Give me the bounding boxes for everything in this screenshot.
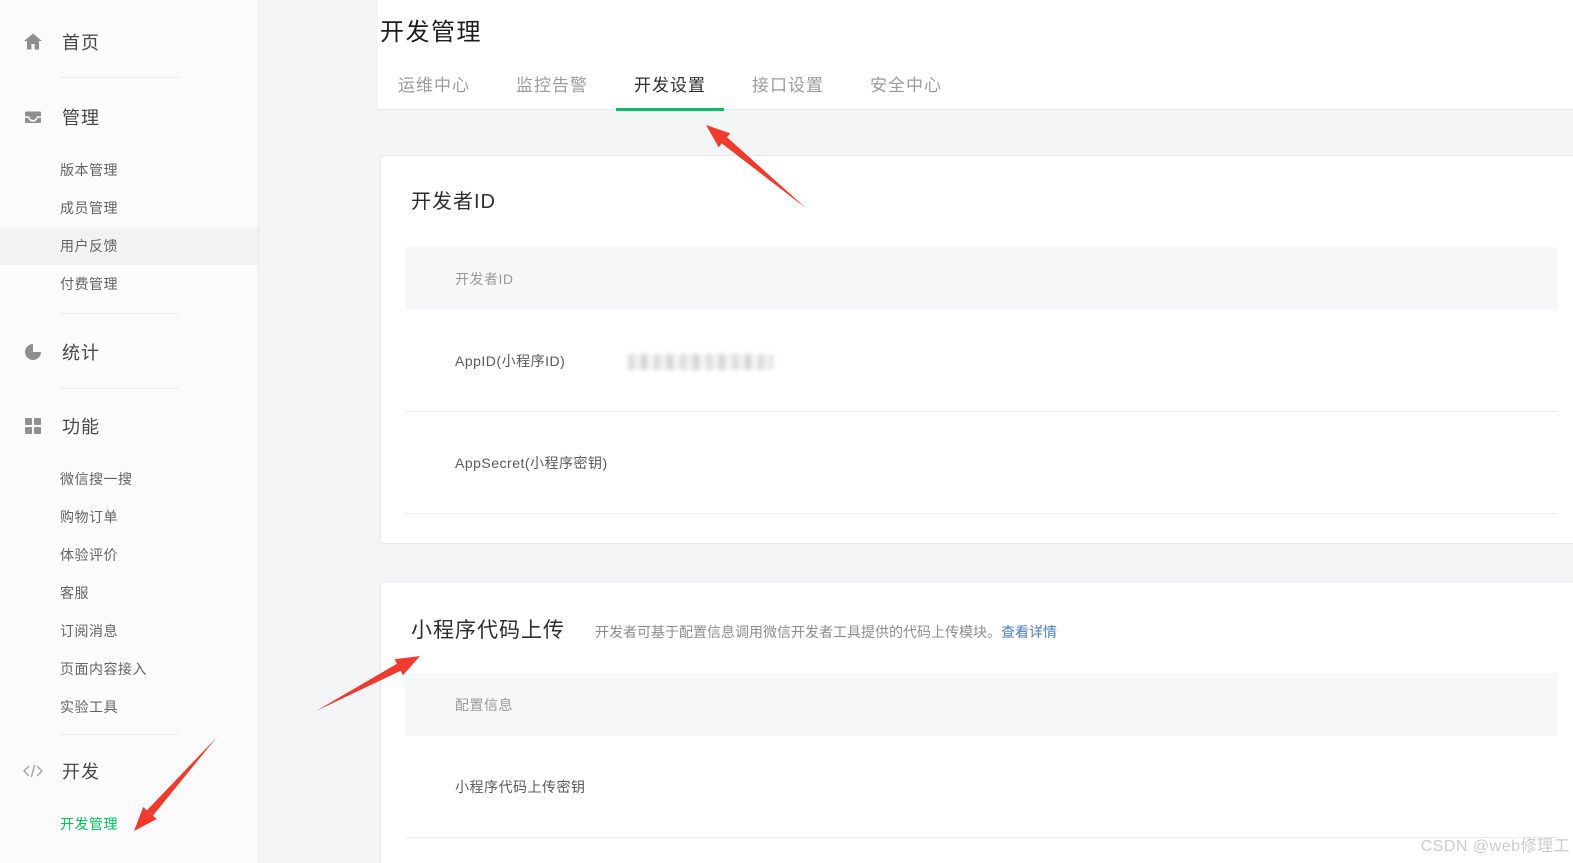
table-header-label: 配置信息: [455, 696, 513, 713]
sidebar-item-label: 首页: [62, 33, 100, 53]
sidebar-item-statistics[interactable]: 统计: [0, 330, 258, 374]
code-icon: [22, 760, 44, 782]
sidebar-sublist-features: 微信搜一搜 购物订单 体验评价 客服 订阅消息 页面内容接入 实验工具: [0, 460, 258, 726]
tab-api-settings[interactable]: 接口设置: [734, 71, 842, 111]
appid-masked-value: [628, 353, 773, 370]
sidebar-item-dev-management[interactable]: 开发管理: [0, 805, 258, 843]
tray-icon: [22, 106, 44, 128]
page-header: 开发管理 运维中心 监控告警 开发设置 接口设置 安全中心: [378, 0, 1573, 111]
tab-security-center[interactable]: 安全中心: [852, 71, 960, 111]
sidebar-sublist-develop: 开发管理: [0, 805, 258, 843]
watermark: CSDN @web修理工: [1420, 838, 1570, 855]
sidebar-item-label: 开发: [62, 762, 100, 782]
table-body: 小程序代码上传密钥: [405, 736, 1558, 838]
upload-key-label: 小程序代码上传密钥: [455, 778, 586, 795]
section-title-code-upload: 小程序代码上传: [411, 619, 565, 642]
sidebar-item-user-feedback[interactable]: 用户反馈: [0, 227, 258, 265]
table-header-label: 开发者ID: [455, 270, 514, 287]
code-upload-header: 小程序代码上传 开发者可基于配置信息调用微信开发者工具提供的代码上传模块。 查看…: [411, 616, 1552, 647]
grid-icon: [22, 415, 44, 437]
sidebar-item-label: 管理: [62, 108, 100, 128]
table-row-upload-key: 小程序代码上传密钥: [405, 736, 1558, 838]
table-header-row: 配置信息: [405, 673, 1558, 736]
tab-dev-settings[interactable]: 开发设置: [616, 71, 724, 111]
view-details-link[interactable]: 查看详情: [1001, 617, 1057, 647]
sidebar-item-home[interactable]: 首页: [0, 20, 258, 64]
sidebar-item-payment-management[interactable]: 付费管理: [0, 265, 258, 303]
sidebar-sublist-manage: 版本管理 成员管理 用户反馈 付费管理: [0, 151, 258, 303]
sidebar-item-customer-service[interactable]: 客服: [0, 574, 258, 612]
sidebar-divider: [60, 734, 179, 735]
sidebar-item-subscribe-message[interactable]: 订阅消息: [0, 612, 258, 650]
code-upload-card: 小程序代码上传 开发者可基于配置信息调用微信开发者工具提供的代码上传模块。 查看…: [380, 581, 1573, 863]
pie-chart-icon: [22, 341, 44, 363]
sidebar: 首页 管理 版本管理 成员管理 用户反馈 付费管理 统计 功能 微信搜一搜 购物…: [0, 0, 259, 863]
sidebar-item-label: 功能: [62, 417, 100, 437]
sidebar-item-version-management[interactable]: 版本管理: [0, 151, 258, 189]
appsecret-label: AppSecret(小程序密钥): [455, 454, 608, 471]
sidebar-item-features[interactable]: 功能: [0, 404, 258, 448]
developer-id-card: 开发者ID 开发者ID AppID(小程序ID) AppSecret(小程序密钥…: [380, 155, 1573, 544]
table-header-row: 开发者ID: [405, 247, 1558, 310]
sidebar-item-shopping-orders[interactable]: 购物订单: [0, 498, 258, 536]
sidebar-item-page-content-access[interactable]: 页面内容接入: [0, 650, 258, 688]
table-body: AppID(小程序ID) AppSecret(小程序密钥): [405, 310, 1558, 514]
sidebar-divider: [60, 388, 179, 389]
tab-ops-center[interactable]: 运维中心: [380, 71, 488, 111]
page-title: 开发管理: [380, 19, 482, 46]
sidebar-item-develop[interactable]: 开发: [0, 749, 258, 793]
home-icon: [22, 31, 44, 53]
sidebar-divider: [60, 77, 179, 78]
sidebar-divider: [60, 313, 179, 314]
sidebar-item-label: 统计: [62, 343, 100, 363]
appid-label: AppID(小程序ID): [455, 352, 566, 369]
tab-bar: 运维中心 监控告警 开发设置 接口设置 安全中心: [380, 71, 960, 111]
table-row-appid: AppID(小程序ID): [405, 310, 1558, 412]
tab-monitor-alert[interactable]: 监控告警: [498, 71, 606, 111]
code-upload-description: 开发者可基于配置信息调用微信开发者工具提供的代码上传模块。: [595, 624, 1001, 640]
sidebar-item-experience-review[interactable]: 体验评价: [0, 536, 258, 574]
table-row-appsecret: AppSecret(小程序密钥): [405, 412, 1558, 514]
sidebar-item-experiment-tools[interactable]: 实验工具: [0, 688, 258, 726]
sidebar-item-wechat-search[interactable]: 微信搜一搜: [0, 460, 258, 498]
main-content: 开发管理 运维中心 监控告警 开发设置 接口设置 安全中心 开发者ID 开发者I…: [259, 0, 1573, 863]
section-title-developer-id: 开发者ID: [411, 191, 496, 213]
sidebar-item-manage[interactable]: 管理: [0, 95, 258, 139]
sidebar-item-member-management[interactable]: 成员管理: [0, 189, 258, 227]
